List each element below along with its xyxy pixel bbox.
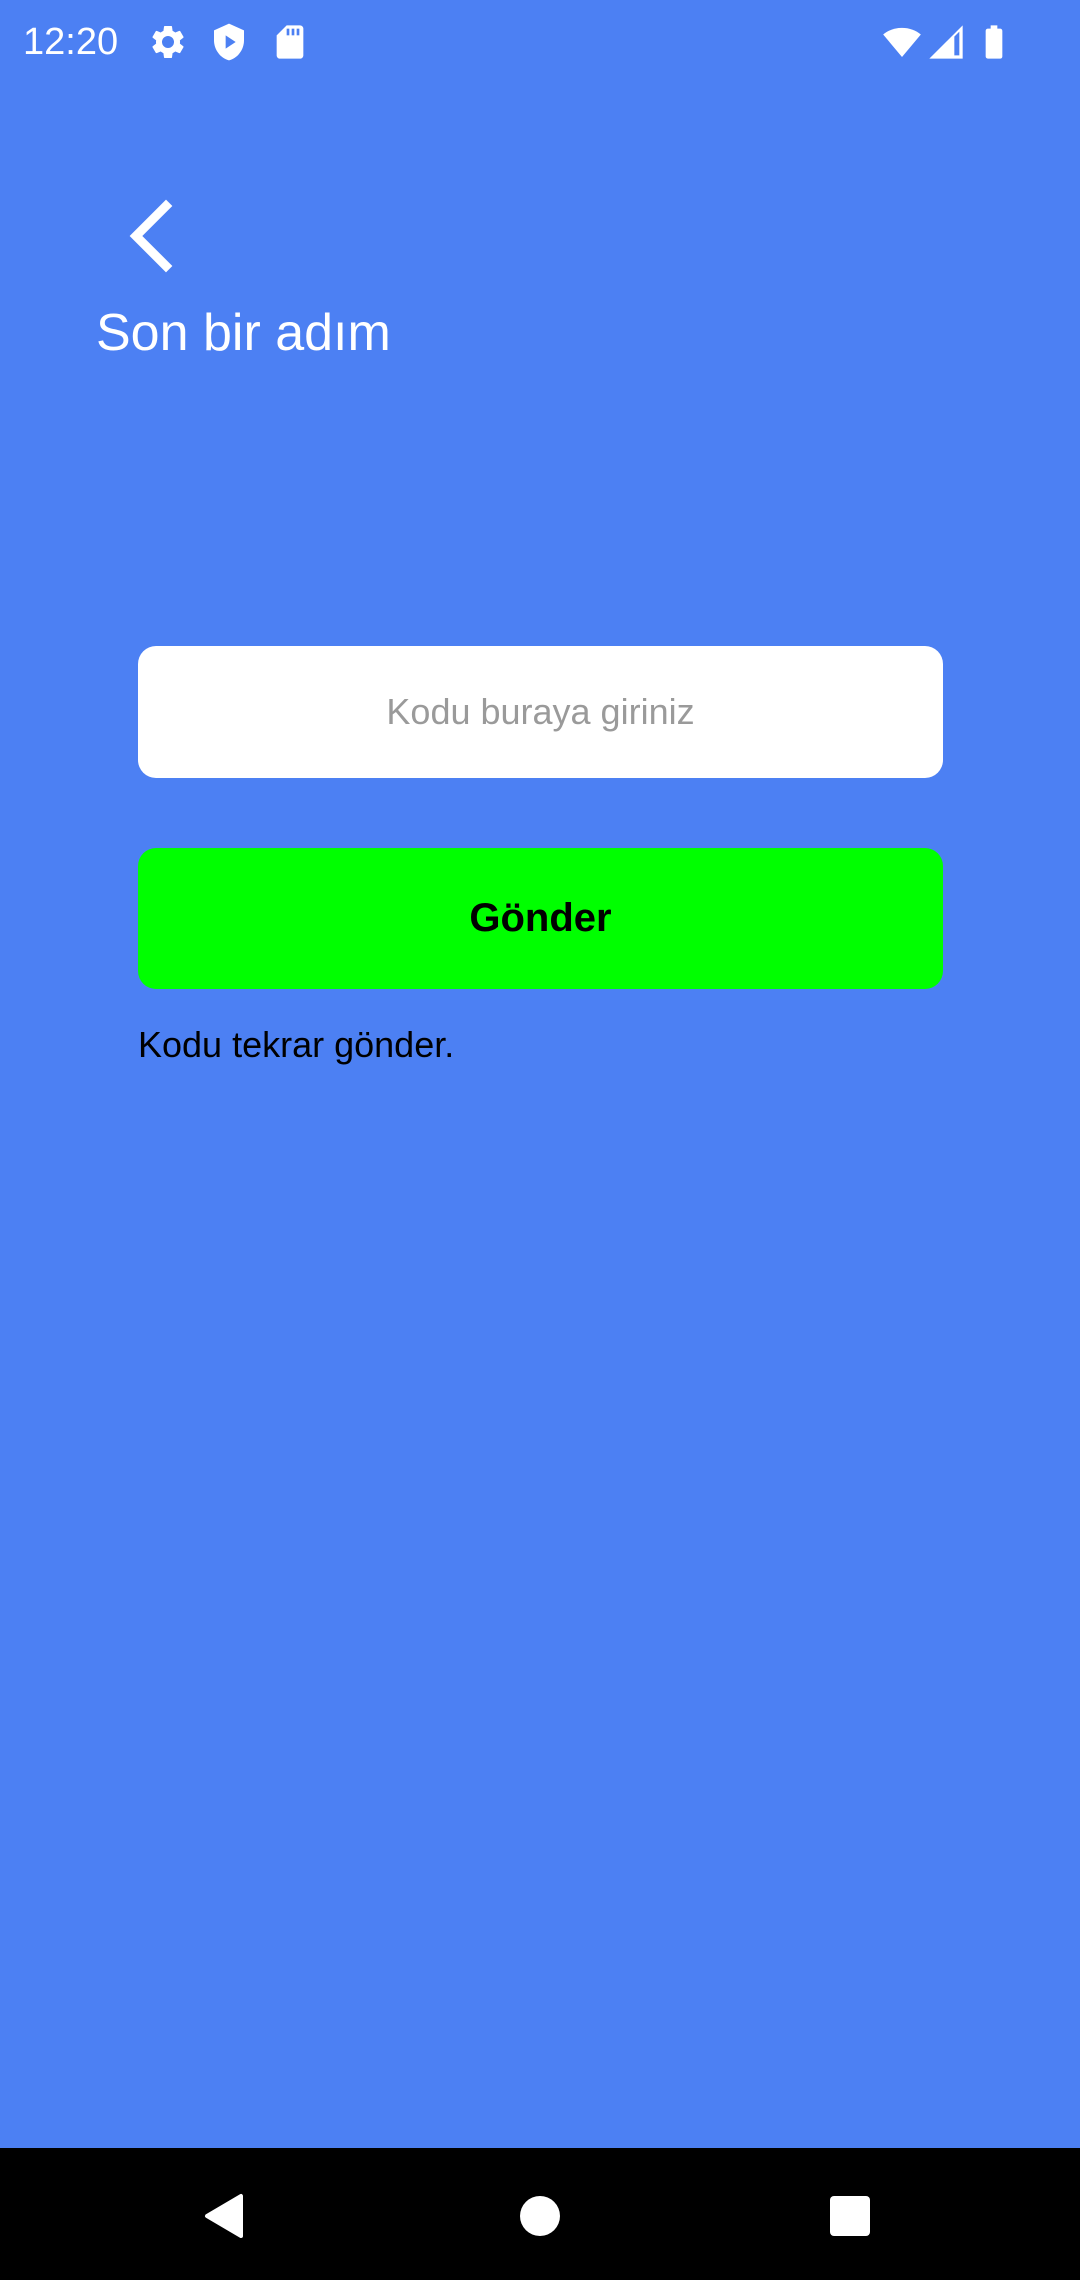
nav-home-button[interactable] — [502, 2178, 578, 2254]
submit-button-label: Gönder — [469, 896, 612, 940]
submit-button[interactable]: Gönder — [138, 848, 943, 989]
sd-card-icon — [270, 22, 310, 62]
back-triangle-icon — [205, 2194, 243, 2238]
shield-play-icon — [209, 22, 249, 62]
battery-icon — [974, 22, 1014, 62]
gear-icon — [148, 22, 188, 62]
wifi-icon — [882, 22, 922, 62]
recents-square-icon — [830, 2196, 870, 2236]
resend-code-link[interactable]: Kodu tekrar gönder. — [138, 1022, 454, 1068]
app-screen: 12:20 Son bir adım Kodu buraya giriniz G… — [0, 0, 1080, 2148]
status-time: 12:20 — [23, 21, 119, 63]
nav-back-button[interactable] — [187, 2178, 263, 2254]
status-bar: 12:20 — [0, 0, 1080, 86]
nav-recents-button[interactable] — [812, 2178, 888, 2254]
home-circle-icon — [520, 2196, 560, 2236]
cellular-signal-icon — [926, 22, 966, 62]
page-title: Son bir adım — [96, 304, 391, 362]
chevron-left-icon — [129, 199, 173, 273]
back-button[interactable] — [112, 196, 188, 276]
code-input[interactable] — [138, 646, 943, 778]
navigation-bar — [0, 2148, 1080, 2280]
